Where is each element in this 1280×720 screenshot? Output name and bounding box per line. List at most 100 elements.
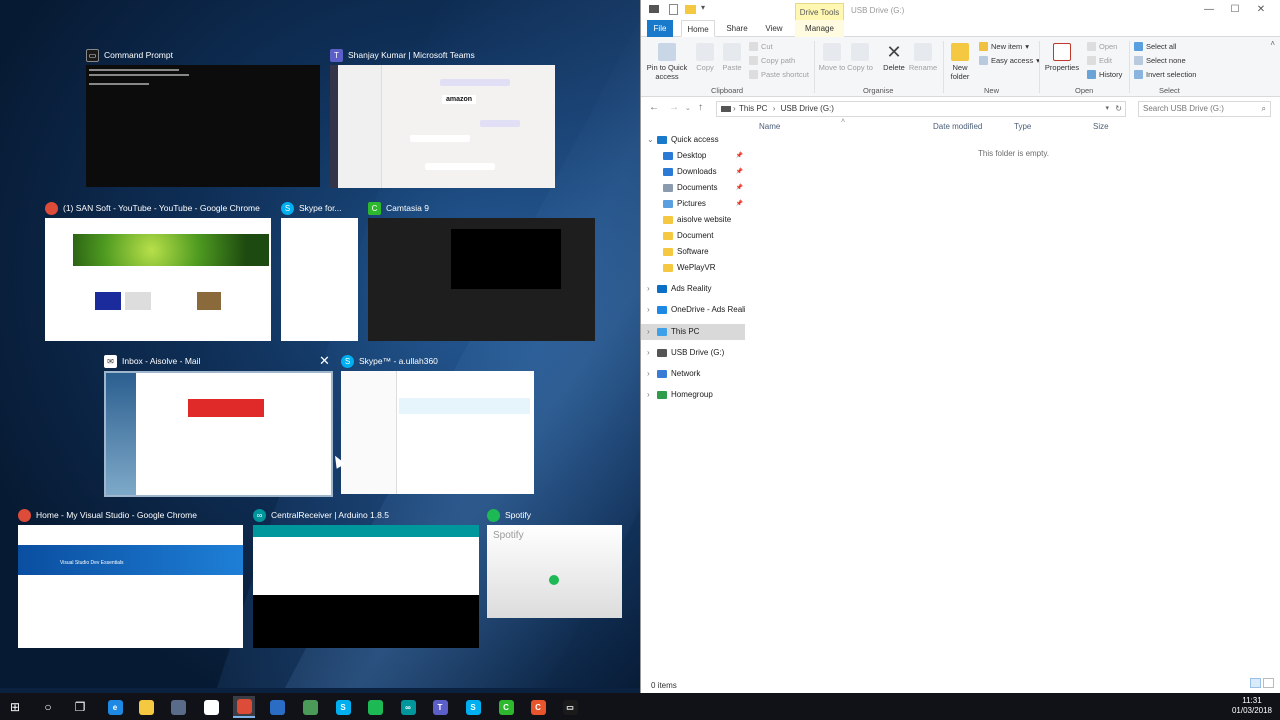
collapse-ribbon-icon[interactable]: ˄ <box>1270 39 1275 48</box>
file-explorer-icon[interactable] <box>135 696 157 718</box>
copy-button[interactable]: Copy <box>692 43 718 72</box>
search-input[interactable]: Search USB Drive (G:) ⌕ <box>1138 101 1271 117</box>
close-icon[interactable]: ✕ <box>319 354 330 367</box>
tab-view[interactable]: View <box>759 20 789 37</box>
task-view-window-teams[interactable]: T Shanjay Kumar | Microsoft Teams amazon <box>330 46 555 188</box>
task-view-window-skype-for-business[interactable]: S Skype for... <box>281 199 358 342</box>
tab-manage[interactable]: Manage <box>795 20 844 37</box>
column-header-date-modified[interactable]: Date modified <box>933 122 982 131</box>
chevron-right-icon[interactable]: › <box>647 366 650 382</box>
file-list[interactable]: ˄ <box>746 118 1280 677</box>
chrome-icon[interactable] <box>233 696 255 718</box>
up-arrow-icon[interactable]: ↑ <box>698 102 703 113</box>
nav-item[interactable]: › Network <box>641 366 745 382</box>
task-view-window-cmd[interactable]: ▭ Command Prompt <box>86 46 320 188</box>
maximize-button[interactable]: ☐ <box>1223 3 1247 19</box>
new-folder-button[interactable]: New folder <box>946 43 974 81</box>
new-item-button[interactable]: New item ▾ <box>979 40 1029 53</box>
nav-item[interactable]: aisolve website <box>641 212 745 228</box>
breadcrumb-usb-drive[interactable]: USB Drive (G:) <box>781 104 834 113</box>
forward-arrow-icon[interactable]: → <box>669 102 679 113</box>
task-view-window-spotify[interactable]: Spotify Spotify <box>487 506 622 618</box>
edit-button[interactable]: Edit <box>1087 54 1112 67</box>
window-thumbnail[interactable] <box>368 218 595 341</box>
chevron-right-icon[interactable]: › <box>647 281 650 297</box>
cut-button[interactable]: Cut <box>749 40 773 53</box>
spotify-icon[interactable] <box>364 696 386 718</box>
copy-to-button[interactable]: Copy to <box>847 43 873 72</box>
task-view-button[interactable]: ❐ <box>69 696 91 718</box>
tab-file[interactable]: File <box>647 20 673 37</box>
copy-path-button[interactable]: Copy path <box>749 54 795 67</box>
paste-button[interactable]: Paste <box>719 43 745 72</box>
outlook-icon[interactable] <box>266 696 288 718</box>
start-button[interactable]: ⊞ <box>4 696 26 718</box>
nav-item[interactable]: ⌄ Quick access <box>641 132 745 148</box>
window-thumbnail[interactable] <box>281 218 358 341</box>
column-header-type[interactable]: Type <box>1014 122 1031 131</box>
task-view-window-skype[interactable]: S Skype™ - a.ullah360 <box>341 352 534 494</box>
store-icon[interactable] <box>167 696 189 718</box>
nav-item[interactable]: Desktop 📌 <box>641 148 745 164</box>
chevron-right-icon[interactable]: › <box>647 345 650 361</box>
window-thumbnail[interactable] <box>341 371 534 494</box>
recent-locations-chevron-icon[interactable]: ⌄ <box>685 104 691 112</box>
breadcrumb-this-pc[interactable]: This PC <box>739 104 767 113</box>
nav-item[interactable]: Software <box>641 244 745 260</box>
large-icons-view-icon[interactable] <box>1263 678 1274 688</box>
camtasia-recorder-icon[interactable]: C <box>527 696 549 718</box>
properties-quick-icon[interactable] <box>669 4 678 15</box>
window-thumbnail[interactable]: amazon <box>330 65 555 188</box>
window-thumbnail[interactable] <box>253 525 479 648</box>
tool-icon[interactable] <box>299 696 321 718</box>
task-view-window-chrome-youtube[interactable]: (1) SAN Soft - YouTube - YouTube - Googl… <box>45 199 271 342</box>
nav-item[interactable]: › USB Drive (G:) <box>641 345 745 361</box>
tab-home[interactable]: Home <box>681 20 715 37</box>
task-view-window-chrome-visual-studio[interactable]: Home - My Visual Studio - Google Chrome … <box>18 506 243 648</box>
nav-item[interactable]: › Homegroup <box>641 387 745 403</box>
chevron-down-icon[interactable]: ⌄ <box>647 132 654 148</box>
window-thumbnail[interactable] <box>45 218 271 341</box>
task-view-window-camtasia[interactable]: C Camtasia 9 <box>368 199 595 342</box>
chevron-right-icon[interactable]: › <box>647 324 650 340</box>
pin-to-quick-access-button[interactable]: Pin to Quick access <box>645 43 689 81</box>
edge-icon[interactable]: e <box>104 696 126 718</box>
cortana-button[interactable]: ○ <box>37 696 59 718</box>
open-button[interactable]: Open <box>1087 40 1117 53</box>
nav-item[interactable]: Documents 📌 <box>641 180 745 196</box>
task-view-window-arduino[interactable]: ∞ CentralReceiver | Arduino 1.8.5 <box>253 506 479 648</box>
refresh-icon[interactable]: ↻ <box>1115 102 1122 116</box>
address-box[interactable]: › This PC › USB Drive (G:) ▾ ↻ <box>716 101 1126 117</box>
details-view-icon[interactable] <box>1250 678 1261 688</box>
minimize-button[interactable]: — <box>1197 3 1221 19</box>
paste-shortcut-button[interactable]: Paste shortcut <box>749 68 809 81</box>
window-thumbnail[interactable] <box>86 65 320 187</box>
close-button[interactable]: ✕ <box>1249 3 1273 19</box>
teams-icon[interactable]: T <box>429 696 451 718</box>
nav-item[interactable]: Document <box>641 228 745 244</box>
nav-item[interactable]: › OneDrive - Ads Realit <box>641 302 745 318</box>
properties-button[interactable]: Properties <box>1043 43 1081 72</box>
arduino-icon[interactable]: ∞ <box>397 696 419 718</box>
window-thumbnail[interactable]: Visual Studio Dev Essentials <box>18 525 243 648</box>
window-thumbnail[interactable]: Spotify <box>487 525 622 618</box>
select-all-button[interactable]: Select all <box>1134 40 1176 53</box>
select-none-button[interactable]: Select none <box>1134 54 1186 67</box>
move-to-button[interactable]: Move to <box>818 43 846 72</box>
chevron-right-icon[interactable]: › <box>647 387 650 403</box>
column-header-size[interactable]: Size <box>1093 122 1109 131</box>
clock[interactable]: 11:31 01/03/2018 <box>1232 696 1272 716</box>
easy-access-button[interactable]: Easy access ▾ <box>979 54 1040 67</box>
history-button[interactable]: History <box>1087 68 1122 81</box>
nav-item[interactable]: › Ads Reality <box>641 281 745 297</box>
column-header-name[interactable]: Name <box>759 122 780 131</box>
nav-item[interactable]: WePlayVR <box>641 260 745 276</box>
customize-toolbar-icon[interactable]: ▾ <box>701 3 705 12</box>
tab-share[interactable]: Share <box>721 20 753 37</box>
nav-item[interactable]: Pictures 📌 <box>641 196 745 212</box>
mail-icon[interactable]: ✉ <box>200 696 222 718</box>
rename-button[interactable]: Rename <box>907 43 939 72</box>
address-dropdown-icon[interactable]: ▾ <box>1105 102 1109 116</box>
cmd-icon[interactable]: ▭ <box>559 696 581 718</box>
nav-item[interactable]: › This PC <box>641 324 745 340</box>
